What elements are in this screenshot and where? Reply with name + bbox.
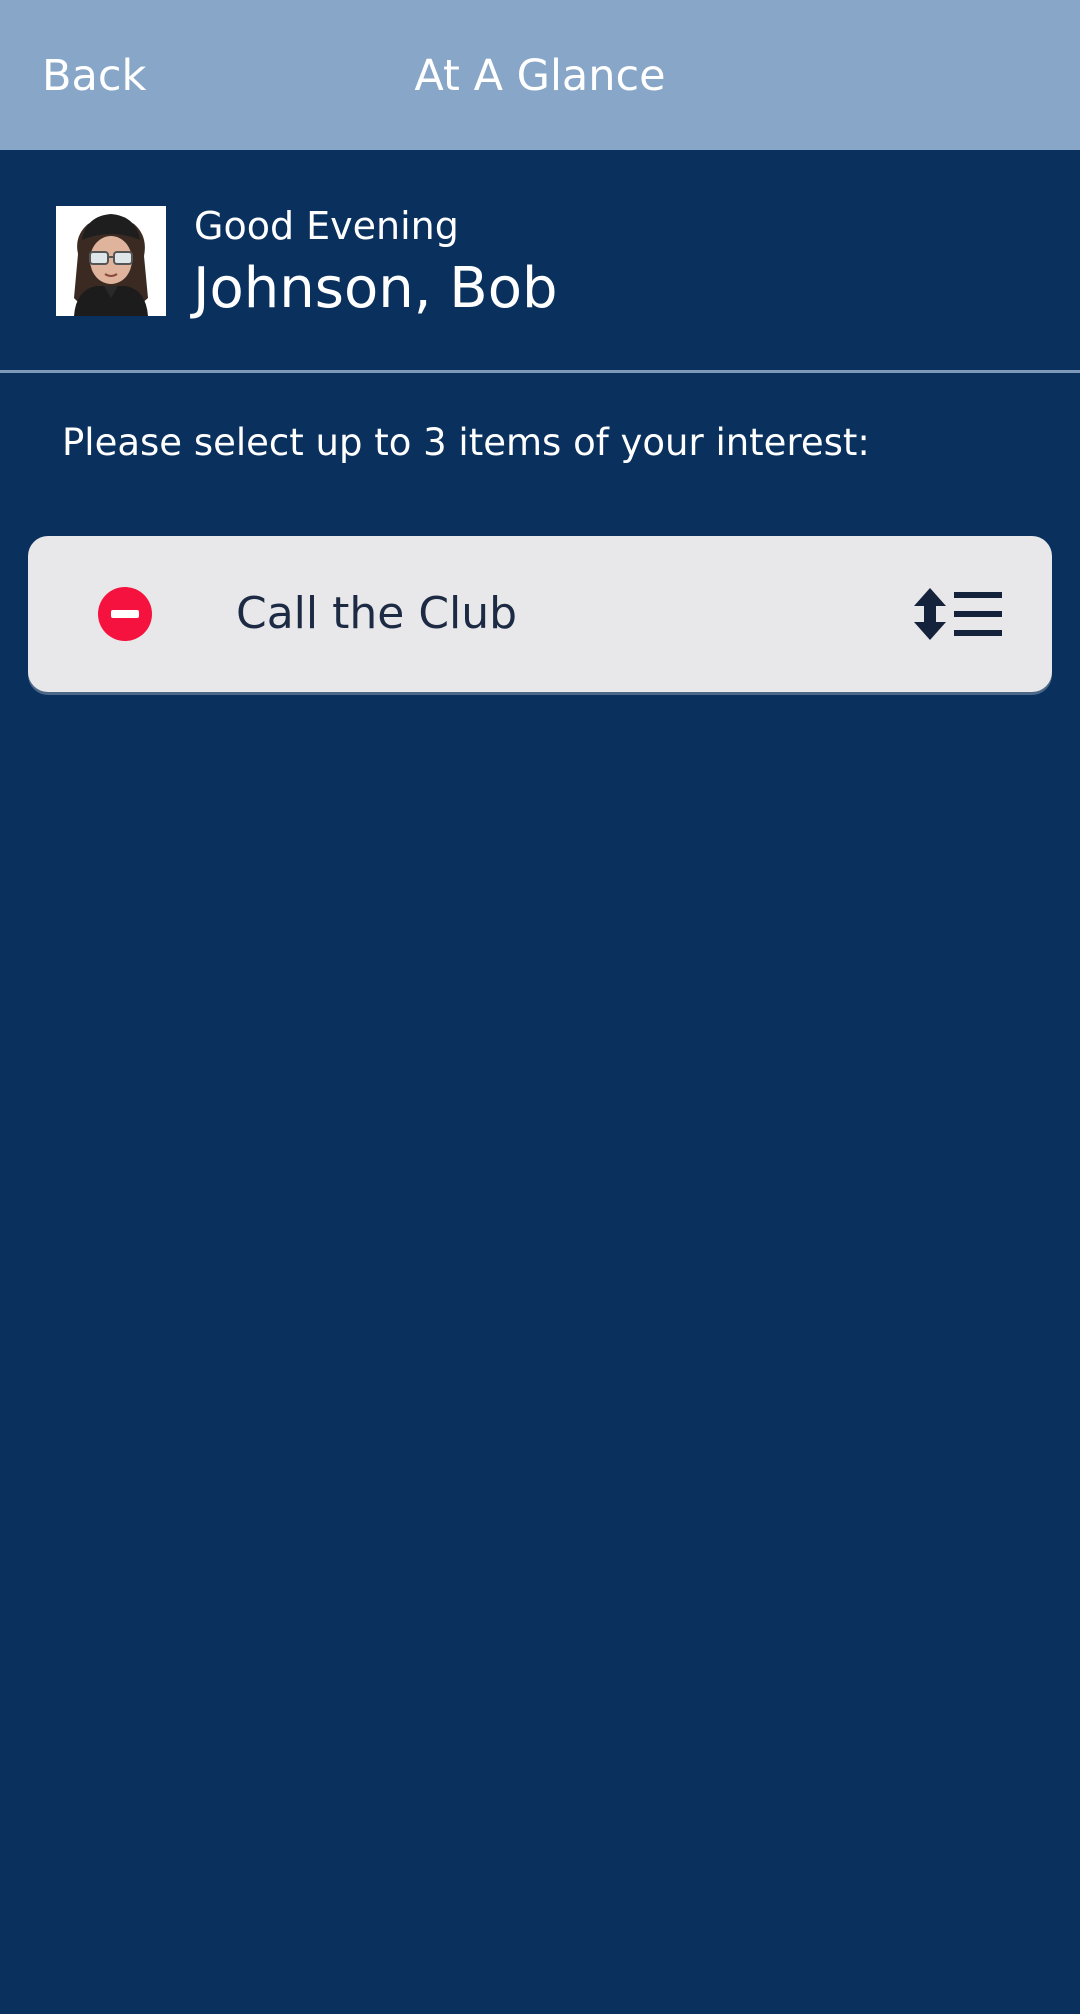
page-title: At A Glance [414, 51, 666, 101]
greeting-section: Good Evening Johnson, Bob [0, 150, 1080, 372]
top-nav-bar: Back At A Glance [0, 0, 1080, 150]
minus-circle-icon[interactable] [98, 587, 152, 641]
user-name: Johnson, Bob [193, 256, 558, 321]
greeting-text: Good Evening [194, 204, 459, 248]
drag-reorder-icon[interactable] [912, 586, 1004, 642]
list-item[interactable]: Call the Club [28, 536, 1052, 692]
avatar-image [56, 206, 166, 316]
section-divider [0, 370, 1080, 373]
avatar [56, 206, 166, 316]
item-label: Call the Club [236, 588, 518, 639]
instruction-text: Please select up to 3 items of your inte… [62, 421, 870, 464]
